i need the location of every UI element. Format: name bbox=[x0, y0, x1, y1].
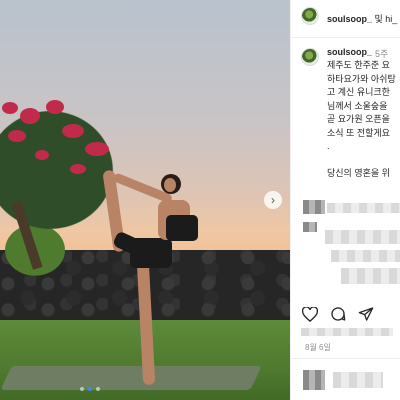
comment-icon[interactable] bbox=[329, 305, 347, 323]
divider bbox=[291, 358, 400, 359]
caption-line: 고 계신 유니크한 bbox=[327, 87, 390, 97]
carousel-dots bbox=[80, 387, 100, 391]
header-collab-text: 및 hi_ bbox=[372, 14, 398, 24]
heart-icon[interactable] bbox=[301, 305, 319, 323]
redacted-comment bbox=[325, 230, 400, 244]
caption-line: 당신의 영혼을 위 bbox=[327, 168, 390, 178]
blossom bbox=[85, 142, 109, 156]
header-username[interactable]: soulsoop_ bbox=[327, 14, 372, 24]
carousel-dot bbox=[96, 387, 100, 391]
redacted-comment bbox=[341, 268, 400, 284]
caption-avatar[interactable] bbox=[301, 48, 319, 66]
caption-line: 소식 또 전할게요 bbox=[327, 127, 390, 138]
blossom bbox=[20, 108, 40, 124]
redacted-comment bbox=[331, 250, 400, 262]
redacted-avatar bbox=[303, 200, 325, 214]
redacted-avatar bbox=[303, 370, 325, 390]
redacted-likes bbox=[301, 328, 393, 336]
redacted-block bbox=[303, 222, 317, 232]
caption-line: 제주도 한주준 요 bbox=[327, 60, 390, 70]
post-actions bbox=[301, 305, 375, 323]
post-header: soulsoop_ 및 hi_ bbox=[291, 0, 400, 38]
post-photo[interactable]: › bbox=[0, 0, 290, 400]
caption-line: 하타요가와 아쉬탕 bbox=[327, 73, 396, 84]
share-icon[interactable] bbox=[357, 305, 375, 323]
caption-text: 제주도 한주준 요 하타요가와 아쉬탕 고 계신 유니크한 님께서 소울숲을 곧… bbox=[327, 59, 400, 181]
blossom bbox=[70, 164, 86, 174]
next-photo-button[interactable]: › bbox=[264, 191, 282, 209]
author-avatar[interactable] bbox=[301, 7, 319, 25]
blossom bbox=[46, 100, 64, 114]
blossom bbox=[35, 150, 49, 160]
carousel-dot bbox=[80, 387, 84, 391]
yoga-figure bbox=[100, 160, 210, 390]
redacted-comment bbox=[333, 372, 383, 388]
caption-username[interactable]: soulsoop_ bbox=[327, 47, 372, 57]
caption-line: 님께서 소울숲을 bbox=[327, 100, 388, 111]
post-date: 8월 6일 bbox=[305, 343, 331, 352]
blossom bbox=[2, 102, 18, 114]
redacted-comment bbox=[327, 203, 400, 213]
blossom bbox=[8, 130, 26, 142]
post-side-panel: soulsoop_ 및 hi_ soulsoop_ 5주 제주도 한주준 요 하… bbox=[290, 0, 400, 400]
carousel-dot-active bbox=[88, 387, 92, 391]
caption-line: . bbox=[327, 141, 330, 151]
caption-line bbox=[327, 154, 400, 168]
caption-line: 곧 요가원 오픈을 bbox=[327, 114, 390, 124]
blossom bbox=[62, 124, 84, 138]
